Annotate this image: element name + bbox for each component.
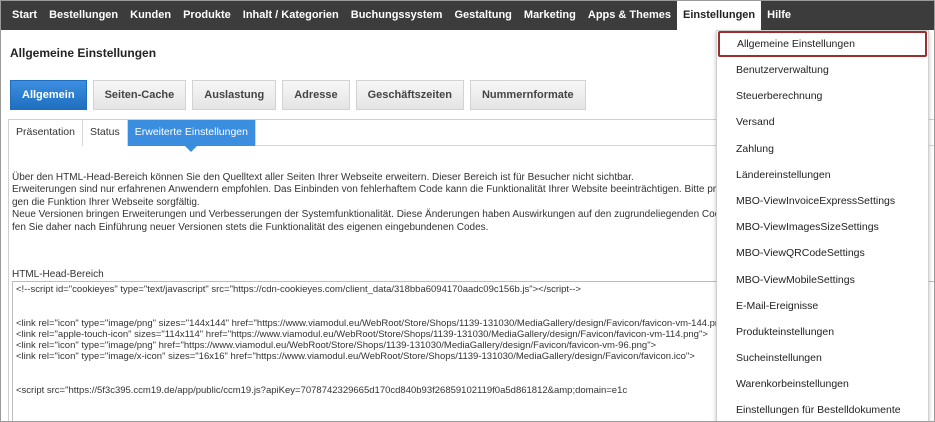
- menu-item-allgemeine-einstellungen[interactable]: Allgemeine Einstellungen: [718, 31, 927, 57]
- nav-item-einstellungen[interactable]: Einstellungen: [677, 1, 762, 30]
- menu-item-mbo-viewimagessizesettings[interactable]: MBO-ViewImagesSizeSettings: [717, 214, 928, 240]
- einstellungen-dropdown-menu: Allgemeine Einstellungen Benutzerverwalt…: [716, 30, 929, 421]
- menu-item-laendereinstellungen[interactable]: Ländereinstellungen: [717, 162, 928, 188]
- nav-item-hilfe[interactable]: Hilfe: [761, 1, 797, 30]
- app-window: Start Bestellungen Kunden Produkte Inhal…: [0, 0, 935, 422]
- menu-item-mbo-viewinvoiceexpresssettings[interactable]: MBO-ViewInvoiceExpressSettings: [717, 188, 928, 214]
- tab-adresse[interactable]: Adresse: [282, 80, 350, 110]
- main-tabs: Allgemein Seiten-Cache Auslastung Adress…: [10, 80, 592, 110]
- nav-item-kunden[interactable]: Kunden: [124, 1, 177, 30]
- menu-item-mbo-viewqrcodesettings[interactable]: MBO-ViewQRCodeSettings: [717, 240, 928, 266]
- nav-item-apps-themes[interactable]: Apps & Themes: [582, 1, 677, 30]
- menu-item-steuerberechnung[interactable]: Steuerberechnung: [717, 83, 928, 109]
- page-title: Allgemeine Einstellungen: [10, 46, 157, 60]
- nav-item-produkte[interactable]: Produkte: [177, 1, 237, 30]
- tab-geschaeftszeiten[interactable]: Geschäftszeiten: [355, 80, 464, 110]
- top-navigation: Start Bestellungen Kunden Produkte Inhal…: [1, 1, 934, 30]
- menu-item-versand[interactable]: Versand: [717, 109, 928, 135]
- nav-item-marketing[interactable]: Marketing: [518, 1, 582, 30]
- nav-item-inhalt-kategorien[interactable]: Inhalt / Kategorien: [237, 1, 345, 30]
- menu-item-sucheinstellungen[interactable]: Sucheinstellungen: [717, 345, 928, 371]
- tab-nummernformate[interactable]: Nummernformate: [469, 80, 586, 110]
- menu-item-warenkorbeinstellungen[interactable]: Warenkorbeinstellungen: [717, 371, 928, 397]
- menu-item-zahlung[interactable]: Zahlung: [717, 136, 928, 162]
- menu-item-mbo-viewmobilesettings[interactable]: MBO-ViewMobileSettings: [717, 267, 928, 293]
- nav-item-gestaltung[interactable]: Gestaltung: [448, 1, 517, 30]
- tab-seiten-cache[interactable]: Seiten-Cache: [92, 80, 187, 110]
- tab-allgemein[interactable]: Allgemein: [10, 80, 87, 110]
- subtab-erweiterte-einstellungen[interactable]: Erweiterte Einstellungen: [127, 120, 256, 152]
- nav-item-buchungssystem[interactable]: Buchungssystem: [345, 1, 449, 30]
- tab-auslastung[interactable]: Auslastung: [192, 80, 277, 110]
- menu-item-einstellungen-bestelldokumente[interactable]: Einstellungen für Bestelldokumente: [717, 397, 928, 421]
- menu-item-produkteinstellungen[interactable]: Produkteinstellungen: [717, 319, 928, 345]
- subtab-praesentation[interactable]: Präsentation: [9, 120, 83, 146]
- subtab-status[interactable]: Status: [82, 120, 128, 146]
- nav-item-bestellungen[interactable]: Bestellungen: [43, 1, 124, 30]
- html-head-label: HTML-Head-Bereich: [12, 269, 104, 280]
- nav-item-start[interactable]: Start: [6, 1, 43, 30]
- menu-item-benutzerverwaltung[interactable]: Benutzerverwaltung: [717, 57, 928, 83]
- menu-item-e-mail-ereignisse[interactable]: E-Mail-Ereignisse: [717, 293, 928, 319]
